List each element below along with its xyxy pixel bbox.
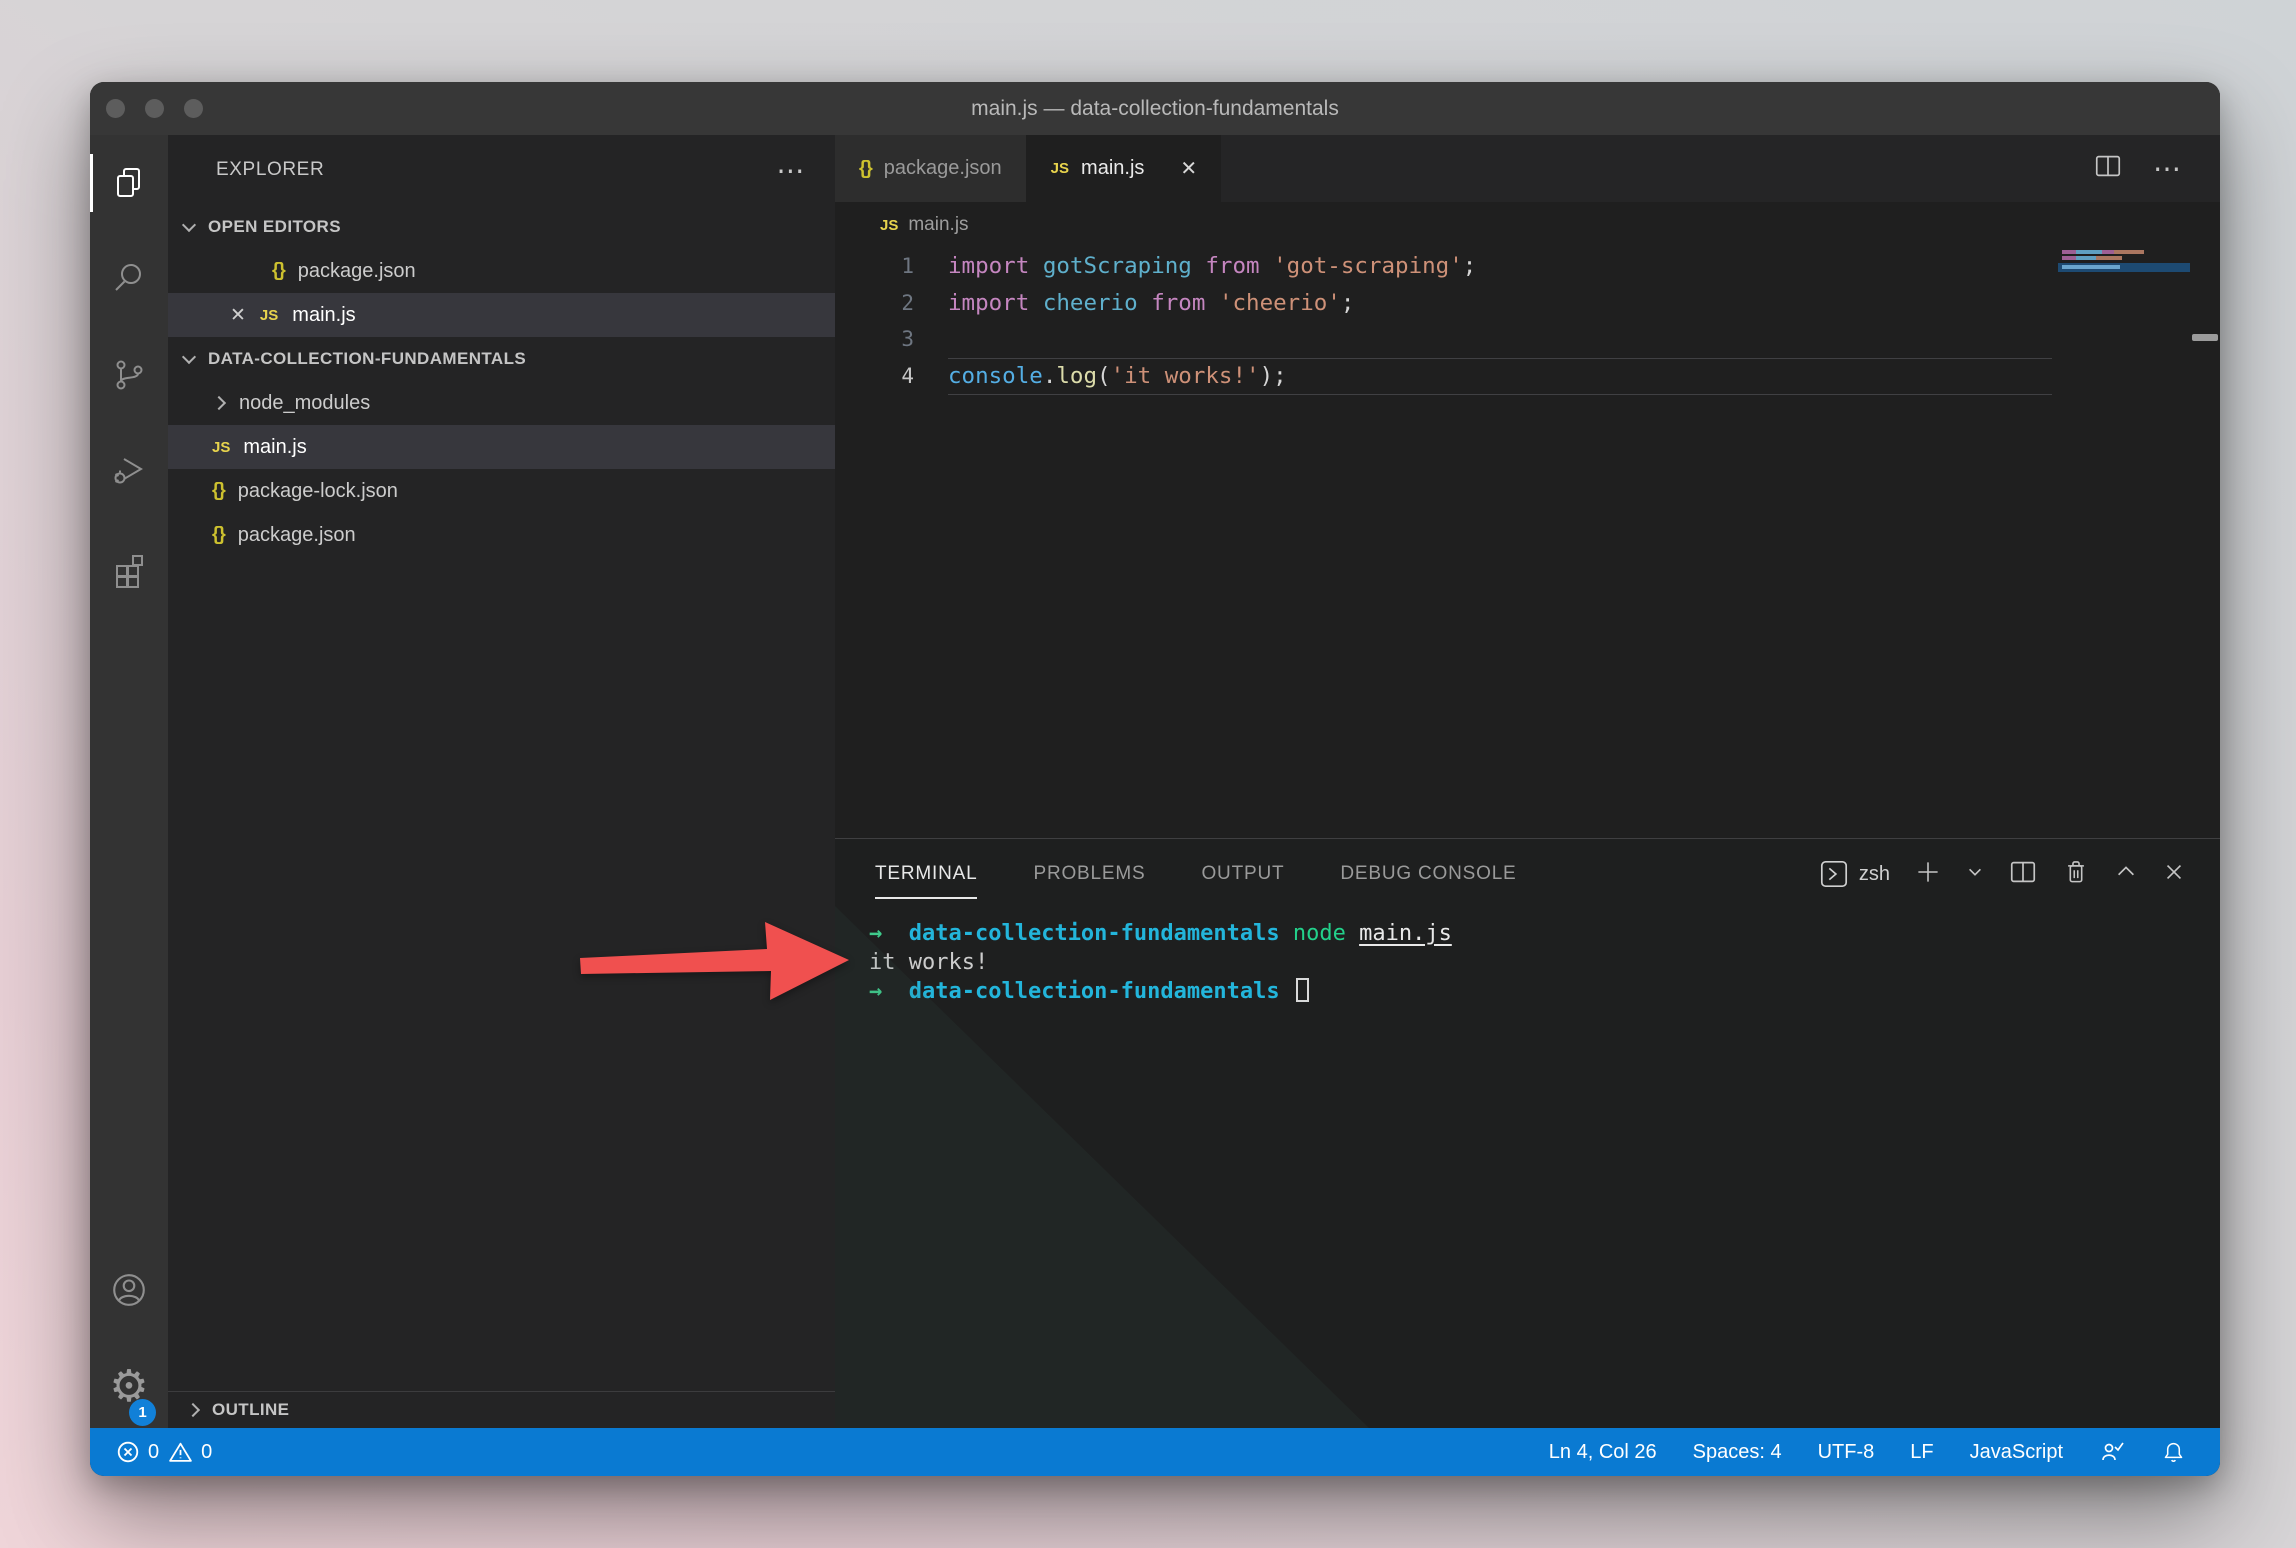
breadcrumb-file: main.js: [908, 214, 968, 236]
account-icon[interactable]: [90, 1255, 168, 1325]
explorer-icon[interactable]: [90, 148, 168, 218]
js-icon: JS: [212, 439, 230, 456]
editor-more-actions-icon[interactable]: ⋯: [2153, 152, 2182, 185]
vscode-window: main.js — data-collection-fundamentals: [90, 82, 2220, 1476]
indentation[interactable]: Spaces: 4: [1693, 1441, 1782, 1464]
shell-label: zsh: [1859, 863, 1890, 886]
minimap[interactable]: [2058, 248, 2190, 838]
chevron-down-icon: [182, 218, 196, 232]
tree-item-package-lock-json[interactable]: {} package-lock.json: [168, 469, 835, 513]
split-terminal-icon[interactable]: [2008, 858, 2038, 891]
chevron-right-icon: [186, 1403, 200, 1417]
error-icon: [116, 1440, 140, 1464]
tree-item-package-json[interactable]: {} package.json: [168, 513, 835, 557]
problems-warnings[interactable]: 0: [168, 1440, 212, 1464]
notifications-bell-icon[interactable]: [2161, 1440, 2186, 1465]
run-debug-icon[interactable]: [90, 435, 168, 505]
breadcrumb[interactable]: JS main.js: [835, 202, 2220, 248]
code-editor[interactable]: 1 import gotScraping from 'got-scraping'…: [835, 248, 2220, 838]
open-editor-main-js[interactable]: ✕ JS main.js: [168, 293, 835, 337]
chevron-down-icon: [182, 350, 196, 364]
json-icon: {}: [272, 260, 285, 282]
settings-gear-icon[interactable]: ⚙ 1: [90, 1352, 168, 1422]
window-title: main.js — data-collection-fundamentals: [90, 82, 2220, 135]
editor-tab-bar: {} package.json JS main.js ✕ ⋯: [835, 135, 2220, 202]
workspace-section[interactable]: DATA-COLLECTION-FUNDAMENTALS: [168, 337, 835, 381]
js-icon: JS: [260, 307, 278, 324]
close-icon[interactable]: ✕: [230, 304, 246, 327]
outline-section[interactable]: OUTLINE: [168, 1391, 835, 1428]
close-tab-icon[interactable]: ✕: [1180, 156, 1197, 181]
source-control-icon[interactable]: [90, 340, 168, 410]
code-line-3: 3: [835, 321, 2220, 358]
encoding[interactable]: UTF-8: [1818, 1441, 1875, 1464]
sidebar-title: EXPLORER: [216, 159, 324, 181]
terminal-panel: TERMINAL PROBLEMS OUTPUT DEBUG CONSOLE z…: [835, 838, 2220, 1428]
search-icon[interactable]: [90, 243, 168, 313]
cursor-position[interactable]: Ln 4, Col 26: [1549, 1441, 1657, 1464]
sidebar-header: EXPLORER ⋯: [168, 135, 835, 205]
tab-debug-console[interactable]: DEBUG CONSOLE: [1340, 839, 1516, 909]
code-line-1: 1 import gotScraping from 'got-scraping'…: [835, 248, 2220, 285]
eol-sequence[interactable]: LF: [1910, 1441, 1933, 1464]
chevron-right-icon: [212, 396, 226, 410]
activity-bar: ⚙ 1: [90, 135, 168, 1428]
tree-item-main-js[interactable]: JS main.js: [168, 425, 835, 469]
explorer-sidebar: EXPLORER ⋯ OPEN EDITORS {} package.json …: [168, 135, 835, 1428]
problems-errors[interactable]: 0: [116, 1440, 159, 1464]
warning-icon: [168, 1440, 193, 1464]
tab-terminal[interactable]: TERMINAL: [875, 839, 977, 909]
editor-group: {} package.json JS main.js ✕ ⋯ JS: [835, 135, 2220, 1428]
language-mode[interactable]: JavaScript: [1970, 1441, 2063, 1464]
maximize-panel-icon[interactable]: [2114, 860, 2138, 889]
settings-badge: 1: [129, 1399, 156, 1426]
feedback-icon[interactable]: [2099, 1439, 2125, 1465]
terminal-icon: [1819, 859, 1849, 889]
code-line-2: 2 import cheerio from 'cheerio';: [835, 285, 2220, 322]
editor-scrollbar[interactable]: [2192, 334, 2218, 341]
titlebar: main.js — data-collection-fundamentals: [90, 82, 2220, 135]
tab-output[interactable]: OUTPUT: [1201, 839, 1284, 909]
tab-main-js[interactable]: JS main.js ✕: [1027, 135, 1221, 202]
js-icon: JS: [1051, 160, 1069, 177]
terminal-line: → data-collection-fundamentals node main…: [869, 919, 2220, 948]
js-icon: JS: [880, 217, 898, 234]
extensions-icon[interactable]: [90, 535, 168, 605]
explorer-more-actions-icon[interactable]: ⋯: [776, 154, 805, 187]
split-editor-icon[interactable]: [2093, 152, 2123, 185]
annotation-arrow: [565, 908, 865, 1018]
new-terminal-icon[interactable]: [1914, 858, 1942, 891]
json-icon: {}: [212, 524, 225, 546]
terminal-output[interactable]: → data-collection-fundamentals node main…: [835, 909, 2220, 1006]
code-line-4: 4 console.log('it works!');: [835, 358, 2220, 395]
panel-header: TERMINAL PROBLEMS OUTPUT DEBUG CONSOLE z…: [835, 839, 2220, 909]
tab-problems[interactable]: PROBLEMS: [1033, 839, 1145, 909]
tab-package-json[interactable]: {} package.json: [835, 135, 1027, 202]
terminal-line: → data-collection-fundamentals: [869, 977, 2220, 1006]
kill-terminal-trash-icon[interactable]: [2062, 858, 2090, 891]
terminal-dropdown-icon[interactable]: [1966, 863, 1984, 886]
tree-item-node-modules[interactable]: node_modules: [168, 381, 835, 425]
json-icon: {}: [212, 480, 225, 502]
open-editors-section[interactable]: OPEN EDITORS: [168, 205, 835, 249]
desktop-background: main.js — data-collection-fundamentals: [0, 0, 2296, 1548]
terminal-line: it works!: [869, 948, 2220, 977]
json-icon: {}: [859, 158, 872, 180]
open-editor-package-json[interactable]: {} package.json: [168, 249, 835, 293]
shell-selector[interactable]: zsh: [1819, 859, 1890, 889]
close-panel-icon[interactable]: [2162, 860, 2186, 889]
status-bar: 0 0 Ln 4, Col 26 Spaces: 4 UTF-8 LF Java…: [90, 1428, 2220, 1476]
